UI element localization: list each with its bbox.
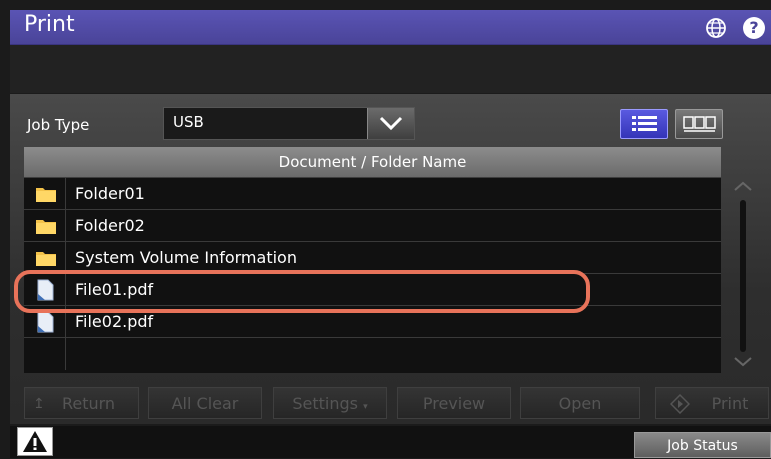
item-name: Folder02 xyxy=(75,216,145,235)
job-type-value: USB xyxy=(173,113,204,131)
print-label: Print xyxy=(711,394,749,413)
scrollbar[interactable] xyxy=(728,178,758,373)
return-label: Return xyxy=(61,394,116,413)
settings-indicator-icon: ▾ xyxy=(363,402,368,412)
settings-label: Settings xyxy=(292,394,358,413)
print-button[interactable]: Print xyxy=(655,387,769,419)
row-icon-cell xyxy=(24,338,66,370)
row-icon-cell xyxy=(24,210,66,242)
settings-button[interactable]: Settings ▾ xyxy=(273,387,387,419)
job-type-label: Job Type xyxy=(27,116,90,134)
chevron-down-icon xyxy=(379,116,403,131)
column-header-name[interactable]: Document / Folder Name xyxy=(24,147,721,177)
folder-icon xyxy=(36,188,56,202)
job-type-dropdown-button[interactable] xyxy=(367,108,414,139)
selection-highlight xyxy=(14,270,590,313)
list-view-icon xyxy=(632,116,657,131)
scroll-down-icon[interactable] xyxy=(732,356,754,368)
start-diamond-icon xyxy=(670,394,690,414)
open-button[interactable]: Open xyxy=(520,387,640,419)
folder-icon xyxy=(36,252,56,266)
thumbnail-view-icon xyxy=(683,116,716,132)
return-button[interactable]: ↥ Return xyxy=(24,387,139,419)
item-name: File02.pdf xyxy=(75,312,154,331)
title-bar: Print ? xyxy=(10,10,771,45)
row-icon-cell xyxy=(24,178,66,210)
list-item-folder02[interactable]: Folder02 xyxy=(24,210,721,242)
list-view-button[interactable] xyxy=(620,109,668,139)
window-title: Print xyxy=(24,12,75,37)
message-area xyxy=(10,45,771,93)
scroll-thumb[interactable] xyxy=(740,200,746,352)
preview-button[interactable]: Preview xyxy=(397,387,511,419)
list-item-empty xyxy=(24,338,721,370)
return-icon: ↥ xyxy=(33,396,45,412)
job-type-select[interactable]: USB xyxy=(163,107,415,140)
folder-icon xyxy=(36,220,56,234)
preview-label: Preview xyxy=(422,394,486,413)
document-icon xyxy=(37,311,54,333)
item-name: System Volume Information xyxy=(75,248,297,267)
warning-button[interactable] xyxy=(17,427,53,456)
job-status-button[interactable]: Job Status xyxy=(634,432,771,458)
open-label: Open xyxy=(558,394,602,413)
globe-icon[interactable] xyxy=(705,17,727,39)
warning-icon xyxy=(23,431,47,452)
list-item-folder01[interactable]: Folder01 xyxy=(24,178,721,210)
all-clear-button[interactable]: All Clear xyxy=(148,387,262,419)
item-name: Folder01 xyxy=(75,184,145,203)
help-icon[interactable]: ? xyxy=(743,17,765,39)
all-clear-label: All Clear xyxy=(171,394,239,413)
scroll-up-icon[interactable] xyxy=(732,180,754,192)
thumbnail-view-button[interactable] xyxy=(675,109,723,139)
